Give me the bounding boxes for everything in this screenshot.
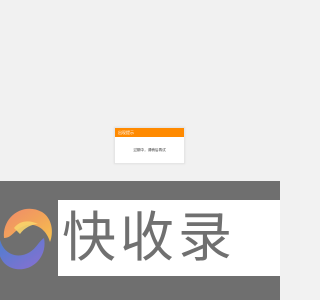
watermark-text: 快收录 bbox=[62, 206, 236, 269]
screen: 出现提示 过期中，请稍后再试 快收录 bbox=[0, 0, 300, 300]
dialog-message: 过期中，请稍后再试 bbox=[133, 147, 166, 152]
swirl-s-logo-icon bbox=[0, 208, 52, 270]
dialog-title: 出现提示 bbox=[115, 128, 184, 137]
alert-dialog: 出现提示 过期中，请稍后再试 bbox=[114, 127, 185, 164]
